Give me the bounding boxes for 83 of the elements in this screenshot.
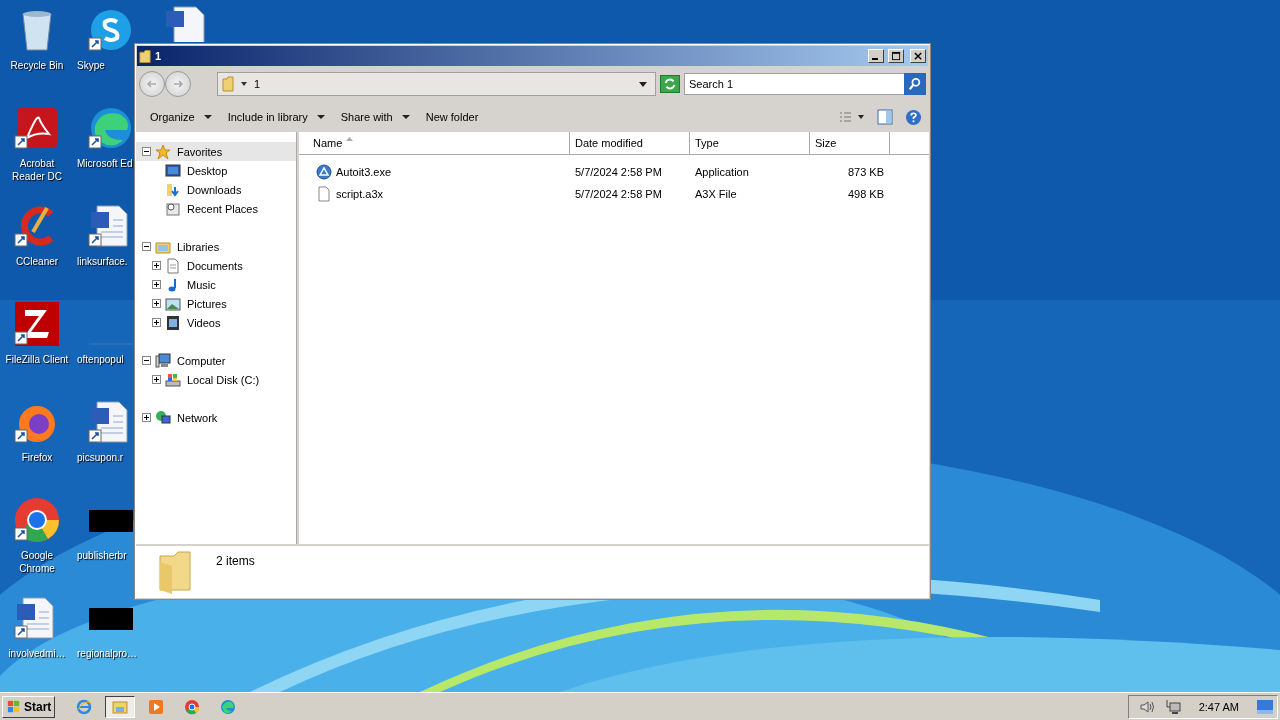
file-icon xyxy=(316,186,332,202)
toolbar-button[interactable]: Share with xyxy=(333,107,417,127)
search-button[interactable] xyxy=(904,73,926,95)
videos-icon xyxy=(165,314,181,331)
maximize-icon xyxy=(891,51,901,61)
caret-icon xyxy=(203,113,212,121)
desktop-icon-label[interactable]: Acrobat Reader DC xyxy=(3,157,71,183)
close-icon xyxy=(913,51,923,61)
expand-toggle-icon[interactable] xyxy=(152,318,161,327)
desktop-icon xyxy=(165,162,181,179)
toolbar-button[interactable]: Organize xyxy=(143,107,219,127)
forward-arrow-icon xyxy=(172,78,184,90)
file-row[interactable]: script.a3x 5/7/2024 2:58 PM A3X File 498 KB xyxy=(299,183,929,205)
search-icon xyxy=(908,77,922,91)
item-count: 2 items xyxy=(216,554,255,568)
pictures-icon xyxy=(165,295,181,312)
volume-icon[interactable] xyxy=(1138,698,1155,715)
minimize-icon xyxy=(872,58,878,60)
desktop-icon-label[interactable]: linksurface. xyxy=(77,255,128,268)
tree-item[interactable]: Local Disk (C:) xyxy=(136,370,296,389)
expand-toggle-icon[interactable] xyxy=(152,375,161,384)
expand-toggle-icon[interactable] xyxy=(152,261,161,270)
search-field[interactable]: Search 1 xyxy=(684,73,904,95)
column-header[interactable]: Type xyxy=(690,132,810,154)
desktop-icon-label[interactable]: Firefox xyxy=(21,451,53,464)
tree-item[interactable]: Computer xyxy=(136,351,296,370)
column-header[interactable]: Date modified xyxy=(570,132,690,154)
disk-icon xyxy=(165,371,181,388)
tree-item[interactable]: Downloads xyxy=(136,180,296,199)
documents-icon xyxy=(165,257,181,274)
tree-item[interactable]: Videos xyxy=(136,313,296,332)
clock: 2:47 AM xyxy=(1198,700,1239,713)
desktop-icon-label[interactable]: FileZilla Client xyxy=(5,353,69,366)
tree-item[interactable]: Libraries xyxy=(136,237,296,256)
column-header[interactable]: Size xyxy=(810,132,890,154)
maximize-button[interactable] xyxy=(888,49,904,63)
toolbar-button[interactable]: Include in library xyxy=(220,107,332,127)
application-icon xyxy=(316,164,332,180)
start-button[interactable]: Start xyxy=(2,695,56,718)
expand-toggle-icon[interactable] xyxy=(142,242,151,251)
expand-toggle-icon[interactable] xyxy=(142,147,151,156)
tree-item[interactable]: Desktop xyxy=(136,161,296,180)
desktop-icon-label[interactable]: Skype xyxy=(77,59,105,72)
computer-icon xyxy=(155,352,171,369)
filezilla-icon[interactable] xyxy=(13,300,61,348)
minimize-button[interactable] xyxy=(868,49,884,63)
desktop-icon-label[interactable]: Microsoft Ed xyxy=(77,157,133,170)
chrome-icon[interactable] xyxy=(13,496,61,544)
network-icon[interactable] xyxy=(1164,698,1181,715)
back-arrow-icon xyxy=(146,78,158,90)
expand-toggle-icon[interactable] xyxy=(142,413,151,422)
caret-icon xyxy=(316,113,325,121)
tree-item[interactable]: Documents xyxy=(136,256,296,275)
folder-icon xyxy=(139,48,151,64)
tree-item[interactable]: Recent Places xyxy=(136,199,296,218)
downloads-icon xyxy=(165,181,181,198)
window-title: 1 xyxy=(155,50,162,62)
tree-item[interactable]: Favorites xyxy=(136,142,296,161)
close-button[interactable] xyxy=(910,49,926,63)
explorer-taskbar-icon[interactable] xyxy=(105,695,136,718)
network-icon xyxy=(155,409,171,426)
expand-toggle-icon[interactable] xyxy=(152,280,161,289)
desktop-icon-label[interactable]: publisherbr xyxy=(77,549,127,562)
desktop-icon-label[interactable]: picsupon.r xyxy=(77,451,124,464)
tree-item[interactable]: Music xyxy=(136,275,296,294)
file-row[interactable]: Autoit3.exe 5/7/2024 2:58 PM Application 873 KB xyxy=(299,161,929,183)
tree-item[interactable]: Pictures xyxy=(136,294,296,313)
recent-icon xyxy=(165,200,181,217)
desktop-icon-label[interactable]: Recycle Bin xyxy=(10,59,64,72)
address-bar[interactable]: 1 xyxy=(217,72,656,96)
caret-icon xyxy=(401,113,410,121)
expand-toggle-icon[interactable] xyxy=(152,299,161,308)
expand-toggle-icon[interactable] xyxy=(142,356,151,365)
toolbar-button[interactable]: New folder xyxy=(418,107,486,127)
column-header[interactable]: Name xyxy=(299,132,570,154)
tree-item[interactable]: Network xyxy=(136,408,296,427)
desktop-icon-label[interactable]: oftenpopul xyxy=(77,353,124,366)
desktop-icon-label[interactable]: Google Chrome xyxy=(3,549,71,575)
show-desktop-button[interactable] xyxy=(1257,699,1273,714)
refresh-button[interactable] xyxy=(660,75,680,93)
windows-logo-icon xyxy=(6,699,22,714)
star-icon xyxy=(155,143,171,160)
desktop-icon-label[interactable]: CCleaner xyxy=(15,255,59,268)
